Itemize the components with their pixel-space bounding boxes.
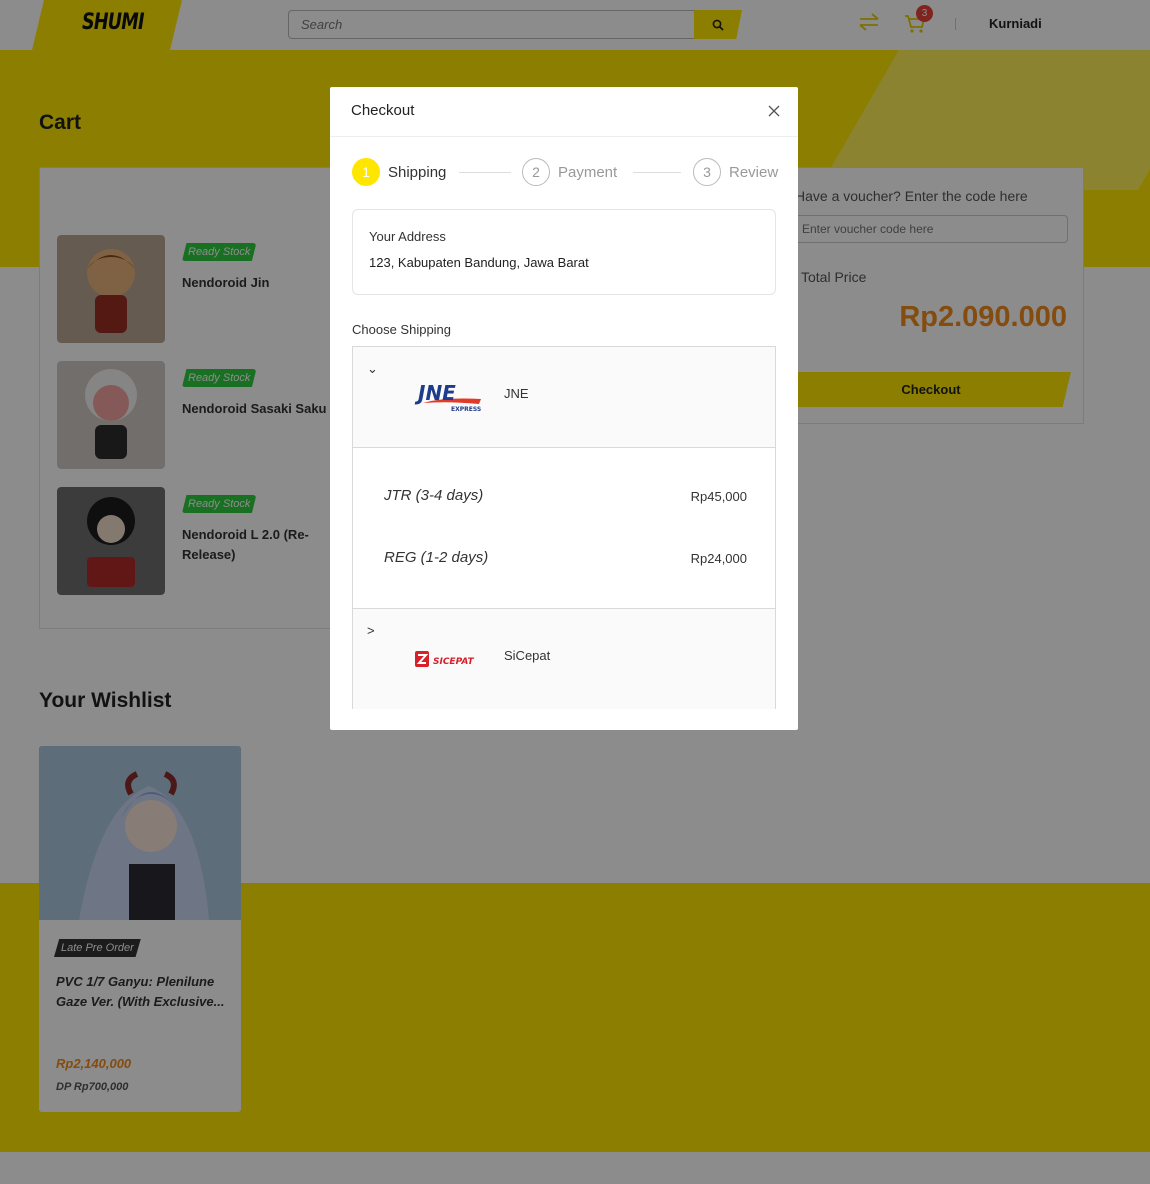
close-icon bbox=[768, 105, 780, 117]
step-number: 3 bbox=[693, 158, 721, 186]
chevron-right-icon: > bbox=[367, 623, 375, 638]
step-number: 2 bbox=[522, 158, 550, 186]
carrier-name: JNE bbox=[504, 386, 529, 401]
choose-shipping-label: Choose Shipping bbox=[352, 322, 452, 337]
carrier-jne[interactable]: ⌄ JNE EXPRESS JNE bbox=[353, 347, 775, 447]
step-label: Shipping bbox=[388, 163, 447, 181]
shipping-accordion: ⌄ JNE EXPRESS JNE JTR (3-4 days) Rp45,00… bbox=[352, 346, 776, 709]
shipping-option[interactable]: JTR (3-4 days) Rp45,000 bbox=[383, 482, 747, 512]
modal-title: Checkout bbox=[351, 102, 415, 119]
close-button[interactable] bbox=[764, 101, 784, 121]
sicepat-logo: SICEPAT bbox=[415, 651, 474, 667]
chevron-down-icon: ⌄ bbox=[367, 361, 378, 376]
shipping-option[interactable]: REG (1-2 days) Rp24,000 bbox=[383, 544, 747, 574]
service-name: REG (1-2 days) bbox=[384, 549, 489, 566]
svg-text:SICEPAT: SICEPAT bbox=[433, 657, 474, 667]
address-card: Your Address 123, Kabupaten Bandung, Jaw… bbox=[352, 209, 776, 295]
step-label: Review bbox=[729, 163, 779, 181]
svg-text:EXPRESS: EXPRESS bbox=[451, 406, 481, 413]
address-label: Your Address bbox=[369, 229, 446, 244]
carrier-name: SiCepat bbox=[504, 648, 551, 663]
checkout-modal: Checkout 1 Shipping 2 Payment 3 Review Y… bbox=[330, 87, 798, 730]
jne-logo: JNE EXPRESS bbox=[414, 381, 481, 413]
step-connector bbox=[459, 172, 511, 173]
checkout-stepper: 1 Shipping 2 Payment 3 Review bbox=[352, 158, 778, 188]
svg-text:JNE: JNE bbox=[414, 381, 456, 405]
modal-header: Checkout bbox=[330, 87, 798, 137]
step-label: Payment bbox=[558, 163, 618, 181]
step-number: 1 bbox=[352, 158, 380, 186]
service-price: Rp45,000 bbox=[690, 489, 747, 504]
step-payment[interactable]: 2 Payment bbox=[522, 158, 617, 186]
address-value: 123, Kabupaten Bandung, Jawa Barat bbox=[369, 255, 589, 270]
step-connector bbox=[633, 172, 681, 173]
carrier-sicepat[interactable]: > SICEPAT SiCepat bbox=[353, 609, 775, 709]
jne-service-options: JTR (3-4 days) Rp45,000 REG (1-2 days) R… bbox=[353, 447, 775, 609]
step-review[interactable]: 3 Review bbox=[693, 158, 778, 186]
step-shipping[interactable]: 1 Shipping bbox=[352, 158, 446, 186]
service-price: Rp24,000 bbox=[690, 551, 747, 566]
service-name: JTR (3-4 days) bbox=[384, 487, 484, 504]
